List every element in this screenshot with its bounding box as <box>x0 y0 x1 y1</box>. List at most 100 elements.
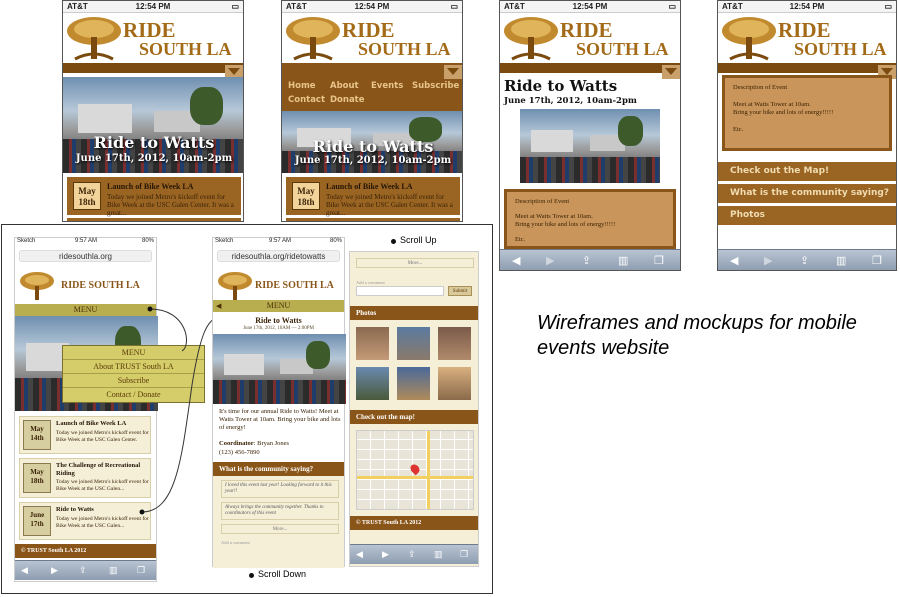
header-bar <box>718 63 896 73</box>
add-comment-label: Add a comment <box>221 540 250 545</box>
nav-about[interactable]: About <box>330 81 359 91</box>
description-line: Meet at Watts Tower at 10am. <box>733 101 811 108</box>
bookmarks-icon[interactable]: ▥ <box>836 254 846 267</box>
nav-events[interactable]: Events <box>371 81 403 91</box>
nav-donate[interactable]: Donate <box>330 95 365 105</box>
menu-bar[interactable]: MENU <box>15 304 156 316</box>
brand-name: RIDE SOUTH LA <box>61 280 140 291</box>
back-icon[interactable]: ◀ <box>356 549 363 560</box>
brand-ride: RIDE <box>560 18 613 42</box>
scroll-down-label: Scroll Down <box>258 569 307 579</box>
safari-toolbar: ◀ ▶ ⇪ ▥ ❐ <box>350 544 478 564</box>
event-preview[interactable]: May 18th Launch of Bike Week LA Today we … <box>67 177 241 217</box>
clock: 9:57 AM <box>269 238 292 244</box>
event-excerpt: Today we joined Metro's kickoff event fo… <box>107 193 234 217</box>
event-preview-next <box>67 218 241 221</box>
more-comments-button[interactable]: More... <box>356 258 474 268</box>
site-header: RIDE SOUTH LA <box>63 13 243 63</box>
back-icon[interactable]: ◀ <box>21 565 28 576</box>
event-preview[interactable]: May 18th Launch of Bike Week LA Today we … <box>286 177 460 217</box>
tabs-icon[interactable]: ❐ <box>137 565 145 576</box>
event-preview-next <box>286 218 460 221</box>
brand-ride: RIDE <box>342 18 395 42</box>
mockup-home: Sketch 9:57 AM 80% ridesouthla.org RIDE … <box>14 237 158 582</box>
map-button[interactable]: Check out the Map! <box>718 162 896 183</box>
status-bar: AT&T 12:54 PM ▭ <box>718 1 896 13</box>
hero-date: June 17th, 2012, 10am-2pm <box>294 155 452 166</box>
menu-bar[interactable]: ◀ MENU <box>213 300 344 312</box>
back-icon[interactable]: ◀ <box>730 254 738 267</box>
tabs-icon[interactable]: ❐ <box>872 254 882 267</box>
tabs-icon[interactable]: ❐ <box>460 549 468 560</box>
event-card[interactable]: May 14th Launch of Bike Week LA Today we … <box>19 416 151 454</box>
map-view[interactable] <box>356 430 474 510</box>
event-card[interactable]: May 18th The Challenge of Recreational Ri… <box>19 458 151 498</box>
wireframe-event-scrolled: AT&T 12:54 PM ▭ RIDE SOUTH LA Descriptio… <box>717 0 897 271</box>
dropdown-menu: MENU About TRUST South LA Subscribe Cont… <box>62 345 205 403</box>
nav-contact[interactable]: Contact <box>288 95 325 105</box>
menu-item-about[interactable]: About TRUST South LA <box>63 360 204 374</box>
event-description: Description of Event Meet at Watts Tower… <box>722 75 892 151</box>
share-icon[interactable]: ⇪ <box>79 565 87 576</box>
site-header: RIDE SOUTH LA <box>282 13 462 63</box>
forward-icon[interactable]: ▶ <box>51 565 58 576</box>
coordinator-phone: (123) 456-7890 <box>219 449 260 456</box>
community-button[interactable]: What is the community saying? <box>718 184 896 205</box>
photo-thumbnail[interactable] <box>397 327 430 360</box>
menu-toggle-button[interactable] <box>444 65 462 79</box>
bookmarks-icon[interactable]: ▥ <box>109 565 118 576</box>
photo-thumbnail[interactable] <box>397 367 430 400</box>
photo-thumbnail[interactable] <box>438 367 471 400</box>
safari-toolbar: ◀ ▶ ⇪ ▥ ❐ <box>718 249 896 270</box>
event-date-badge: May 18th <box>73 182 101 210</box>
mockup-panel: Sketch 9:57 AM 80% ridesouthla.org RIDE … <box>1 224 493 594</box>
nav-subscribe[interactable]: Subscribe <box>412 81 459 91</box>
scroll-up-label: Scroll Up <box>400 235 437 245</box>
battery-icon: ▭ <box>668 2 676 11</box>
photo-thumbnail[interactable] <box>356 327 389 360</box>
photos-button[interactable]: Photos <box>718 206 896 227</box>
url-bar[interactable]: ridesouthla.org <box>19 250 152 262</box>
menu-toggle-button[interactable] <box>662 65 680 79</box>
scroll-up-marker <box>391 239 396 244</box>
share-icon[interactable]: ⇪ <box>582 254 591 267</box>
back-icon[interactable]: ◀ <box>512 254 520 267</box>
photo-thumbnail[interactable] <box>438 327 471 360</box>
back-arrow-icon[interactable]: ◀ <box>216 300 221 312</box>
status-bar: AT&T 12:54 PM ▭ <box>282 1 462 13</box>
event-card[interactable]: June 17th Ride to Watts Today we joined M… <box>19 502 151 540</box>
clock: 12:54 PM <box>135 2 171 11</box>
forward-icon[interactable]: ▶ <box>382 549 389 560</box>
wireframe-menu-open: AT&T 12:54 PM ▭ RIDE SOUTH LA Home About… <box>281 0 463 222</box>
event-date-badge: June 17th <box>23 506 51 536</box>
comment-input[interactable] <box>356 286 444 296</box>
clock: 12:54 PM <box>789 2 825 11</box>
share-icon[interactable]: ⇪ <box>800 254 809 267</box>
status-bar: AT&T 12:54 PM ▭ <box>63 1 243 13</box>
hero-title: Ride to Watts <box>93 133 215 152</box>
logo-tree-icon <box>20 272 54 300</box>
forward-icon[interactable]: ▶ <box>764 254 772 267</box>
photo-thumbnail[interactable] <box>356 367 389 400</box>
more-comments-button[interactable]: More... <box>221 524 339 534</box>
forward-icon[interactable]: ▶ <box>546 254 554 267</box>
description-heading: Description of Event <box>733 84 788 91</box>
hero-title: Ride to Watts <box>312 137 434 156</box>
description-line: Bring your bike and lots of energy!!!!! <box>733 109 834 116</box>
tabs-icon[interactable]: ❐ <box>654 254 664 267</box>
nav-home[interactable]: Home <box>288 81 316 91</box>
menu-item-contact-donate[interactable]: Contact / Donate <box>63 388 204 402</box>
bookmarks-icon[interactable]: ▥ <box>434 549 443 560</box>
submit-button[interactable]: Submit <box>448 286 472 296</box>
menu-item-menu[interactable]: MENU <box>63 346 204 360</box>
url-bar[interactable]: ridesouthla.org/ridetowatts <box>217 250 340 262</box>
status-bar: AT&T 12:54 PM ▭ <box>500 1 680 13</box>
bookmarks-icon[interactable]: ▥ <box>618 254 628 267</box>
share-icon[interactable]: ⇪ <box>408 549 416 560</box>
coordinator: Coordinator: Bryan Jones <box>219 440 290 447</box>
menu-item-subscribe[interactable]: Subscribe <box>63 374 204 388</box>
clock: 12:54 PM <box>572 2 608 11</box>
site-header: RIDE SOUTH LA <box>500 13 680 63</box>
event-excerpt: Today we joined Metro's kickoff event fo… <box>56 430 149 443</box>
event-title: Launch of Bike Week LA <box>326 182 413 191</box>
